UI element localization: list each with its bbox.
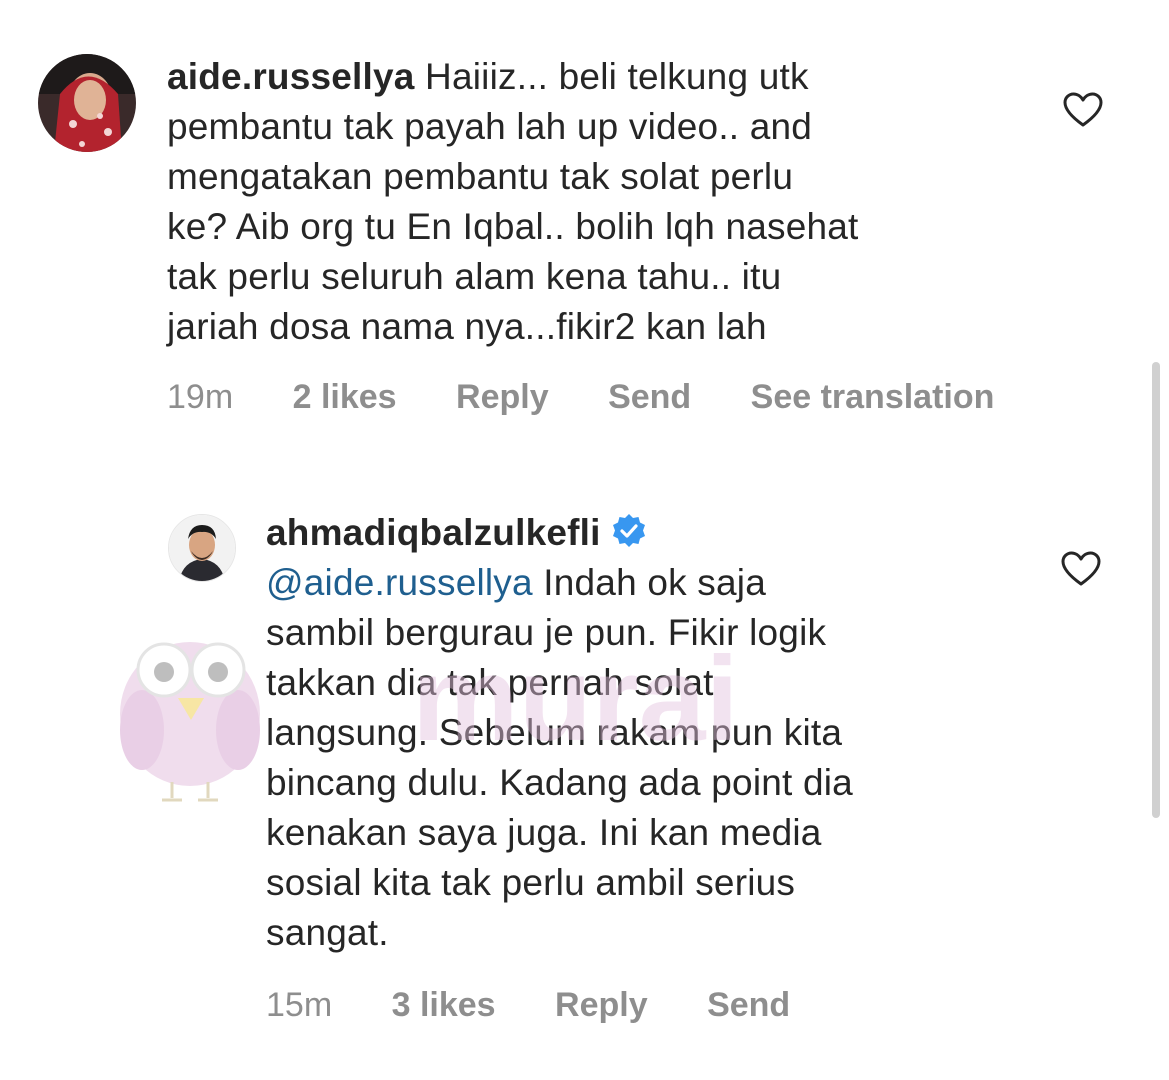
- comment-line: tak perlu seluruh alam kena tahu.. itu: [167, 256, 782, 297]
- heart-outline-icon[interactable]: [1061, 551, 1101, 587]
- comment-line: Indah ok saja: [532, 562, 766, 603]
- reply-button[interactable]: Reply: [555, 986, 648, 1024]
- timestamp: 19m: [167, 378, 234, 416]
- comment-line: jariah dosa nama nya...fikir2 kan lah: [167, 306, 767, 347]
- username[interactable]: aide.russellya: [167, 56, 415, 97]
- heart-outline-icon[interactable]: [1063, 92, 1103, 128]
- send-button[interactable]: Send: [608, 378, 691, 416]
- avatar[interactable]: [168, 514, 236, 582]
- reply-button[interactable]: Reply: [456, 378, 549, 416]
- comment-meta: 19m 2 likes Reply Send See translation: [167, 378, 1044, 417]
- avatar[interactable]: [38, 54, 136, 152]
- likes-count[interactable]: 2 likes: [293, 378, 397, 416]
- comment-line: ke? Aib org tu En Iqbal.. bolih lqh nase…: [167, 206, 859, 247]
- comment-text: ahmadiqbalzulkefli @aide.russellya Indah…: [266, 508, 1026, 958]
- comment-line: Haiiiz... beli telkung utk: [414, 56, 809, 97]
- comment-line: kenakan saya juga. Ini kan media: [266, 812, 822, 853]
- timestamp: 15m: [266, 986, 333, 1024]
- comment-meta: 15m 3 likes Reply Send: [266, 986, 840, 1025]
- comment-line: pembantu tak payah lah up video.. and: [167, 106, 813, 147]
- see-translation-button[interactable]: See translation: [751, 378, 995, 416]
- comment-line: mengatakan pembantu tak solat perlu: [167, 156, 794, 197]
- comment-line: sosial kita tak perlu ambil serius: [266, 862, 796, 903]
- send-button[interactable]: Send: [707, 986, 790, 1024]
- comment-line: langsung. Sebelum rakam pun kita: [266, 712, 843, 753]
- comment-text: aide.russellya Haiiiz... beli telkung ut…: [167, 52, 1037, 352]
- verified-badge-icon: [611, 512, 647, 548]
- comment-line: sambil bergurau je pun. Fikir logik: [266, 612, 827, 653]
- mention-link[interactable]: @aide.russellya: [266, 562, 533, 603]
- comment-line: takkan dia tak pernah solat: [266, 662, 714, 703]
- comment-line: sangat.: [266, 912, 389, 953]
- likes-count[interactable]: 3 likes: [392, 986, 496, 1024]
- comment-line: bincang dulu. Kadang ada point dia: [266, 762, 853, 803]
- scrollbar[interactable]: [1152, 362, 1160, 818]
- username[interactable]: ahmadiqbalzulkefli: [266, 512, 601, 553]
